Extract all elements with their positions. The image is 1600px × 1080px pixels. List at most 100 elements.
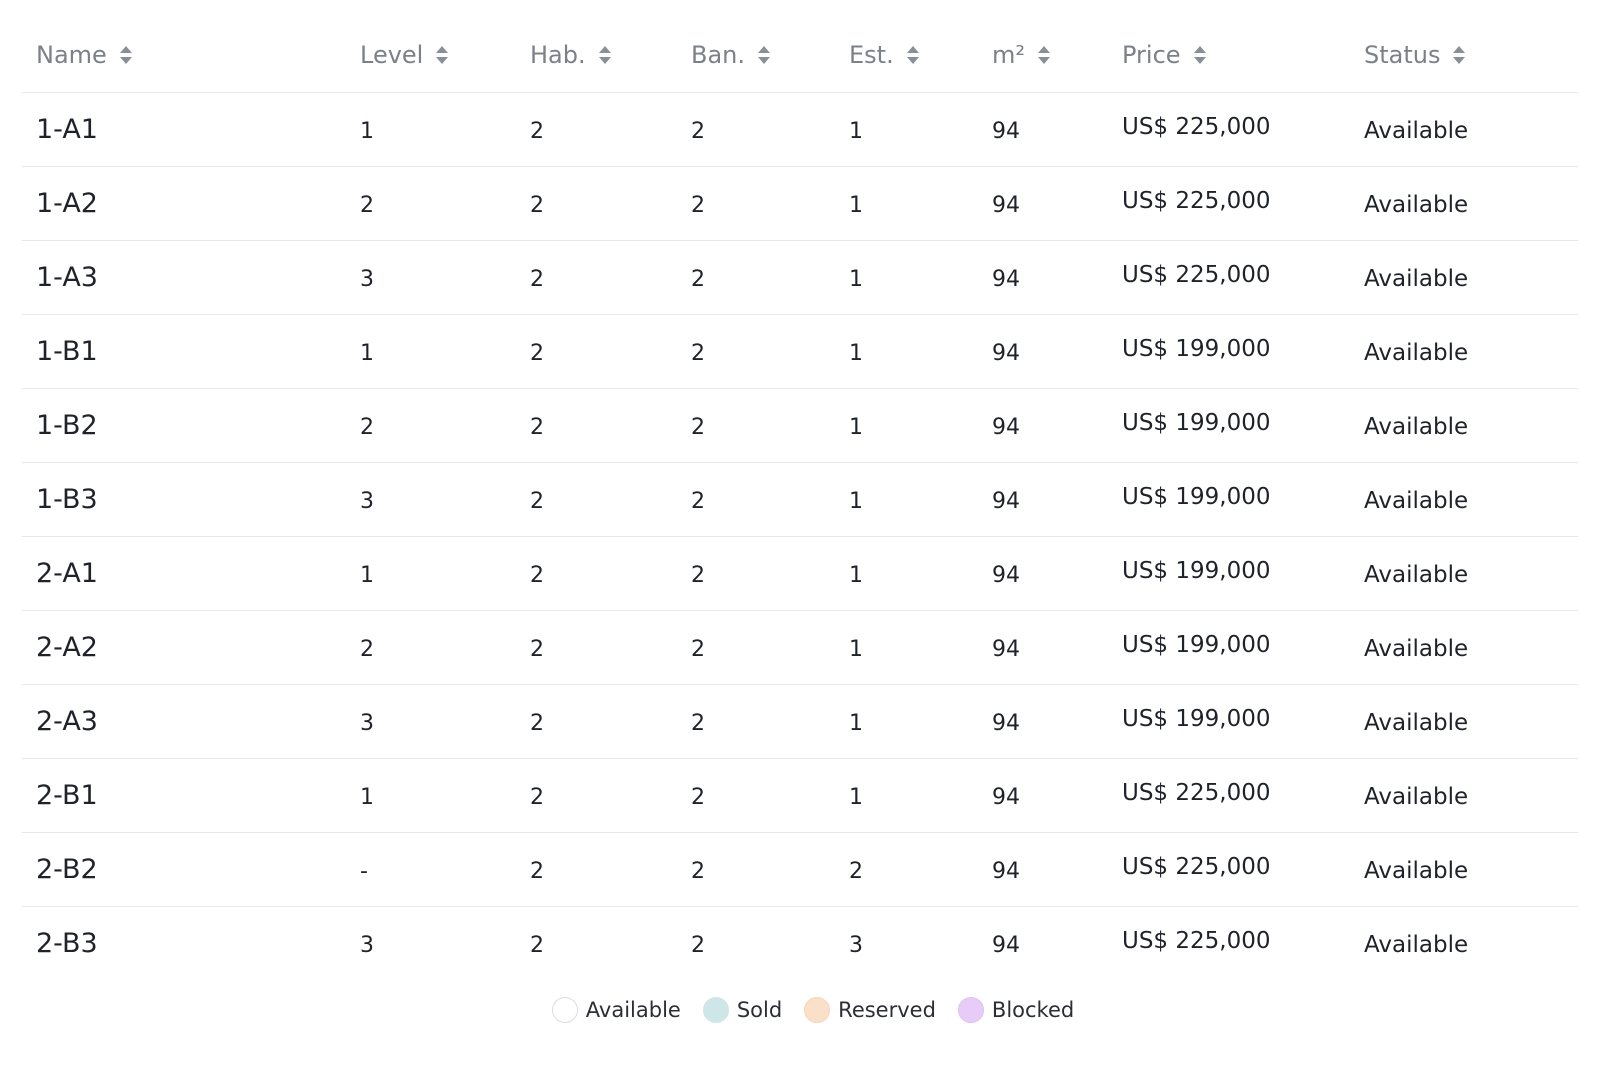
column-header-ban-sort-control[interactable]: Ban. xyxy=(691,41,771,69)
table-body: 1-A1 1 2 2 1 94 US$ 225,000 Available 1-A2 2 2 2 1 94… xyxy=(22,92,1578,980)
legend-item-available: Available xyxy=(551,997,681,1023)
column-header-status[interactable]: Status xyxy=(1350,18,1578,92)
cell-price: US$ 225,000 xyxy=(1122,854,1271,880)
legend-label: Blocked xyxy=(991,998,1075,1022)
cell-ban: 2 xyxy=(691,858,705,884)
column-header-m2[interactable]: m² xyxy=(978,18,1108,92)
column-header-level-sort-control[interactable]: Level xyxy=(360,41,449,69)
cell-name: 1-A1 xyxy=(36,113,98,145)
cell-est: 2 xyxy=(849,858,863,884)
cell-m2: 94 xyxy=(992,488,1020,514)
cell-name: 1-A3 xyxy=(36,261,98,293)
column-header-label: m² xyxy=(992,40,1025,69)
table-row[interactable]: 1-B2 2 2 2 1 94 US$ 199,000 Available xyxy=(22,388,1578,462)
column-header-price-sort-control[interactable]: Price xyxy=(1122,41,1207,69)
column-header-name[interactable]: Name xyxy=(22,18,346,92)
cell-ban: 2 xyxy=(691,192,705,218)
legend-label: Available xyxy=(585,998,681,1022)
cell-m2: 94 xyxy=(992,562,1020,588)
cell-name: 2-B3 xyxy=(36,927,98,959)
column-header-label: Price xyxy=(1122,40,1181,69)
cell-ban: 2 xyxy=(691,118,705,144)
cell-est: 1 xyxy=(849,562,863,588)
cell-status: Available xyxy=(1364,488,1469,514)
cell-est: 1 xyxy=(849,266,863,292)
cell-price: US$ 225,000 xyxy=(1122,780,1271,806)
cell-name: 1-B3 xyxy=(36,483,98,515)
table-row[interactable]: 2-A3 3 2 2 1 94 US$ 199,000 Available xyxy=(22,684,1578,758)
cell-name: 2-B2 xyxy=(36,853,98,885)
cell-m2: 94 xyxy=(992,340,1020,366)
cell-m2: 94 xyxy=(992,636,1020,662)
table-row[interactable]: 1-A3 3 2 2 1 94 US$ 225,000 Available xyxy=(22,240,1578,314)
table-row[interactable]: 1-A1 1 2 2 1 94 US$ 225,000 Available xyxy=(22,92,1578,166)
column-header-level[interactable]: Level xyxy=(346,18,516,92)
sort-icon xyxy=(436,45,449,64)
cell-level: 2 xyxy=(360,414,374,440)
cell-ban: 2 xyxy=(691,710,705,736)
legend-item-blocked: Blocked xyxy=(957,997,1075,1023)
column-header-label: Level xyxy=(360,40,424,69)
column-header-price[interactable]: Price xyxy=(1108,18,1350,92)
column-header-hab[interactable]: Hab. xyxy=(516,18,677,92)
cell-hab: 2 xyxy=(530,118,544,144)
cell-m2: 94 xyxy=(992,118,1020,144)
cell-level: 1 xyxy=(360,340,374,366)
column-header-label: Ban. xyxy=(691,40,746,69)
cell-status: Available xyxy=(1364,266,1469,292)
legend-label: Reserved xyxy=(838,998,936,1022)
column-header-m2-sort-control[interactable]: m² xyxy=(992,41,1051,69)
sort-icon xyxy=(1453,45,1466,64)
cell-name: 2-A3 xyxy=(36,705,98,737)
cell-hab: 2 xyxy=(530,488,544,514)
table-row[interactable]: 1-B3 3 2 2 1 94 US$ 199,000 Available xyxy=(22,462,1578,536)
cell-status: Available xyxy=(1364,118,1469,144)
cell-hab: 2 xyxy=(530,562,544,588)
column-header-ban[interactable]: Ban. xyxy=(677,18,835,92)
cell-status: Available xyxy=(1364,636,1469,662)
cell-name: 1-B2 xyxy=(36,409,98,441)
cell-ban: 2 xyxy=(691,636,705,662)
cell-hab: 2 xyxy=(530,340,544,366)
cell-est: 1 xyxy=(849,784,863,810)
sort-icon xyxy=(119,45,132,64)
column-header-est[interactable]: Est. xyxy=(835,18,978,92)
cell-m2: 94 xyxy=(992,858,1020,884)
cell-name: 2-A1 xyxy=(36,557,98,589)
cell-est: 3 xyxy=(849,932,863,958)
cell-m2: 94 xyxy=(992,414,1020,440)
cell-status: Available xyxy=(1364,932,1469,959)
legend-swatch-reserved xyxy=(804,997,831,1023)
column-header-name-sort-control[interactable]: Name xyxy=(36,41,133,69)
table-row[interactable]: 2-A1 1 2 2 1 94 US$ 199,000 Available xyxy=(22,536,1578,610)
sort-icon xyxy=(1038,45,1050,64)
cell-ban: 2 xyxy=(691,488,705,514)
legend-swatch-available xyxy=(551,997,578,1023)
column-header-est-sort-control[interactable]: Est. xyxy=(849,41,920,69)
table-row[interactable]: 2-B2 - 2 2 2 94 US$ 225,000 Available xyxy=(22,832,1578,906)
cell-level: 3 xyxy=(360,710,374,736)
column-header-hab-sort-control[interactable]: Hab. xyxy=(530,41,612,69)
cell-price: US$ 199,000 xyxy=(1122,410,1271,436)
cell-est: 1 xyxy=(849,636,863,662)
cell-status: Available xyxy=(1364,414,1469,440)
cell-name: 2-B1 xyxy=(36,779,98,811)
cell-level: 1 xyxy=(360,118,374,144)
column-header-label: Name xyxy=(36,40,107,69)
cell-m2: 94 xyxy=(992,784,1020,810)
cell-price: US$ 225,000 xyxy=(1122,114,1271,140)
table-row[interactable]: 2-B3 3 2 2 3 94 US$ 225,000 Available xyxy=(22,906,1578,980)
cell-status: Available xyxy=(1364,340,1469,366)
cell-status: Available xyxy=(1364,858,1469,884)
cell-m2: 94 xyxy=(992,710,1020,736)
cell-ban: 2 xyxy=(691,266,705,292)
table-row[interactable]: 2-B1 1 2 2 1 94 US$ 225,000 Available xyxy=(22,758,1578,832)
cell-status: Available xyxy=(1364,710,1469,736)
cell-hab: 2 xyxy=(530,192,544,218)
table-row[interactable]: 1-A2 2 2 2 1 94 US$ 225,000 Available xyxy=(22,166,1578,240)
cell-name: 2-A2 xyxy=(36,631,98,663)
cell-level: 2 xyxy=(360,192,374,218)
table-row[interactable]: 1-B1 1 2 2 1 94 US$ 199,000 Available xyxy=(22,314,1578,388)
column-header-status-sort-control[interactable]: Status xyxy=(1364,41,1466,69)
table-row[interactable]: 2-A2 2 2 2 1 94 US$ 199,000 Available xyxy=(22,610,1578,684)
